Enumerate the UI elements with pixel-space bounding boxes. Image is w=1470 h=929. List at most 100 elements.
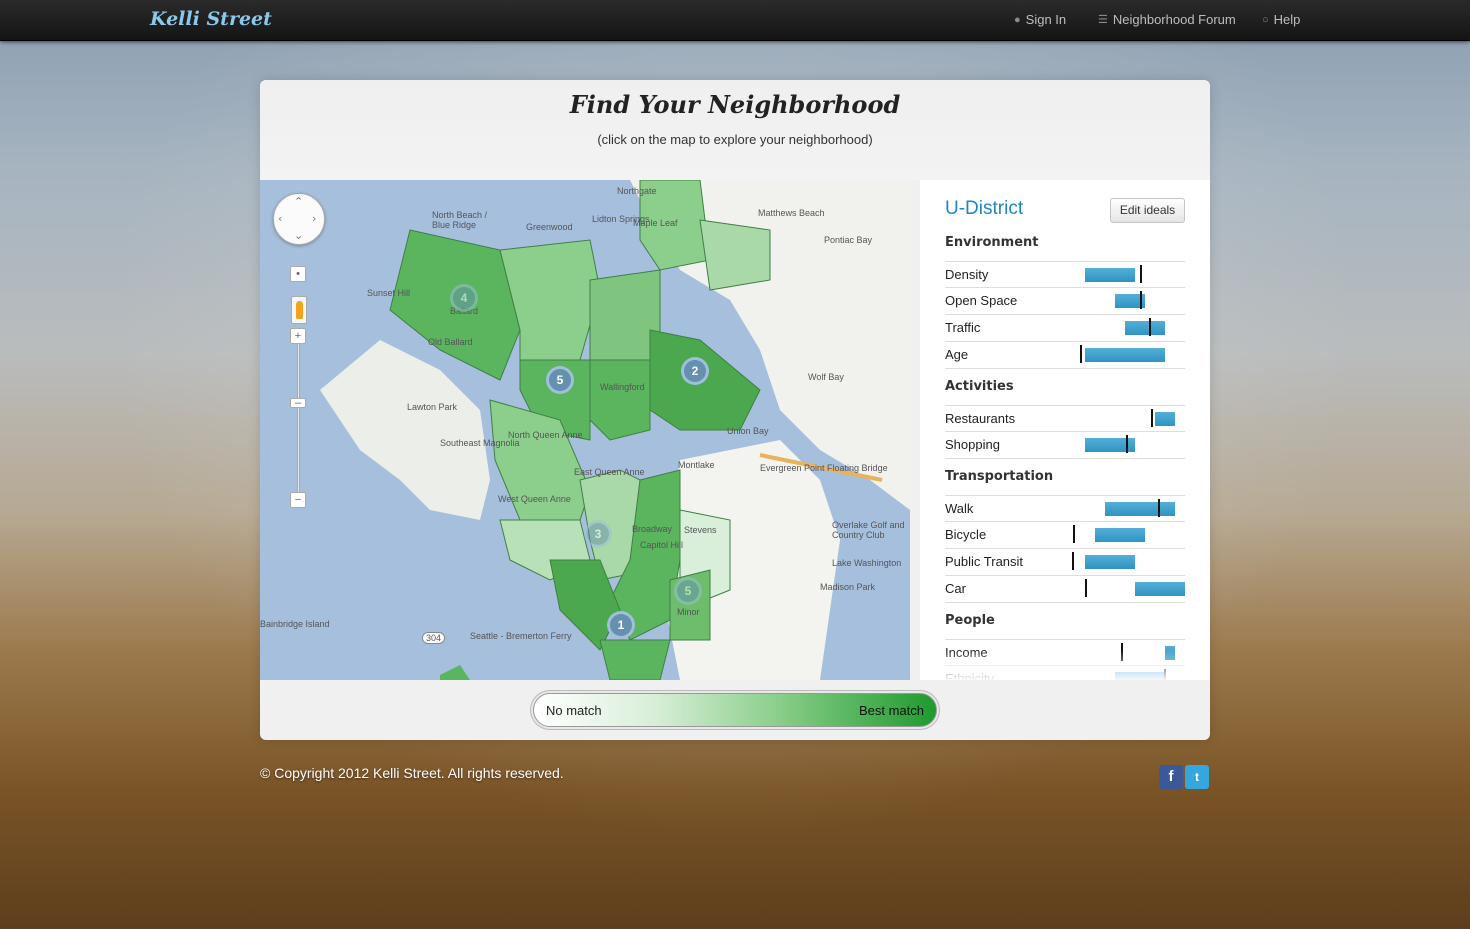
map-label-bainbridge: Bainbridge Island — [260, 619, 330, 629]
panel-fade — [920, 650, 1210, 680]
nav-forum-label: Neighborhood Forum — [1112, 12, 1236, 27]
card-header: Find Your Neighborhood (click on the map… — [260, 80, 1210, 180]
map-label-wolf-bay: Wolf Bay — [808, 372, 844, 382]
map-label-route-304: 304 — [422, 632, 446, 644]
map-label-union-bay: Union Bay — [727, 426, 769, 436]
attribute-ideal-marker — [1149, 318, 1151, 336]
map-label-evergreen-bridge: Evergreen Point Floating Bridge — [760, 463, 888, 473]
neighborhood-name: U-District — [945, 198, 1024, 219]
map-label-north-beach: North Beach / Blue Ridge — [432, 210, 488, 230]
attribute-row[interactable]: Density — [945, 261, 1185, 288]
map-label-east-queen-anne: East Queen Anne — [574, 467, 645, 477]
map-label-lidton-springs: Lidton Springs — [592, 214, 650, 224]
attribute-row[interactable]: Traffic — [945, 315, 1185, 342]
neighborhood-map[interactable]: Sunset Hill Old Ballard Ballard Lawton P… — [260, 180, 910, 680]
attribute-ideal-marker — [1158, 499, 1160, 517]
map-label-stevens: Stevens — [684, 525, 717, 535]
attribute-row[interactable]: Public Transit — [945, 549, 1185, 576]
attribute-ideal-marker — [1151, 409, 1153, 427]
map-label-pontiac-bay: Pontiac Bay — [824, 235, 873, 245]
list-icon: ☰ — [1098, 14, 1108, 26]
street-view-pegman-icon[interactable] — [291, 296, 307, 324]
group-title: People — [945, 613, 995, 628]
attribute-label: Open Space — [945, 293, 1018, 308]
twitter-icon[interactable]: t — [1185, 765, 1209, 789]
nav-sign-in[interactable]: ● Sign In — [1014, 12, 1066, 27]
region-downtown[interactable] — [599, 639, 671, 680]
zoom-slider-track[interactable] — [297, 340, 300, 500]
page-title: Find Your Neighborhood — [569, 90, 901, 119]
attribute-row[interactable]: Age — [945, 342, 1185, 369]
attribute-row[interactable]: Open Space — [945, 288, 1185, 315]
attribute-row[interactable]: Car — [945, 576, 1185, 603]
attribute-row[interactable]: Bicycle — [945, 522, 1185, 549]
attribute-label: Walk — [945, 501, 974, 516]
person-icon: ● — [1014, 13, 1021, 26]
attribute-label: Density — [945, 267, 989, 282]
attribute-ideal-marker — [1080, 345, 1082, 363]
brand-logo[interactable]: Kelli Street — [150, 8, 272, 30]
pan-down-icon[interactable]: ⌄ — [294, 229, 303, 242]
facebook-icon[interactable]: f — [1159, 765, 1183, 789]
attribute-row[interactable]: Walk — [945, 495, 1185, 522]
map-label-broadway: Broadway — [632, 524, 673, 534]
map-label-matthews-beach: Matthews Beach — [758, 208, 825, 218]
attribute-row[interactable]: Shopping — [945, 432, 1185, 459]
map-label-wallingford: Wallingford — [600, 382, 645, 392]
attribute-range-bar — [1135, 582, 1185, 596]
attribute-label: Restaurants — [945, 411, 1016, 426]
region-west-seattle-tip — [440, 665, 470, 680]
attribute-range-bar — [1095, 528, 1145, 542]
attribute-row[interactable]: Restaurants — [945, 405, 1185, 432]
attribute-range-bar — [1085, 268, 1135, 282]
land-magnolia — [320, 340, 490, 520]
attribute-label: Traffic — [945, 320, 981, 335]
attribute-range-bar — [1105, 502, 1175, 516]
pan-left-icon[interactable]: ‹ — [278, 212, 282, 225]
map-label-west-queen-anne: West Queen Anne — [498, 494, 571, 504]
cluster-marker[interactable]: 5 — [674, 577, 702, 605]
map-label-minor: Minor — [677, 607, 700, 617]
attribute-range-bar — [1155, 412, 1175, 426]
attribute-label: Shopping — [945, 437, 1000, 452]
pan-right-icon[interactable]: › — [312, 212, 316, 225]
attribute-label: Public Transit — [945, 554, 1024, 569]
nav-neighborhood-forum[interactable]: ☰ Neighborhood Forum — [1098, 12, 1236, 27]
cluster-marker[interactable]: 5 — [546, 366, 574, 394]
nav-help[interactable]: ○ Help — [1262, 12, 1300, 27]
cluster-marker[interactable]: 3 — [584, 520, 612, 548]
pan-up-icon[interactable]: ⌃ — [294, 195, 303, 208]
zoom-slider-handle[interactable]: – — [290, 398, 306, 409]
neighborhood-detail-panel: U-District Edit ideals Environment Densit… — [920, 180, 1210, 680]
nav-sign-in-label: Sign In — [1025, 12, 1067, 27]
match-legend: No match Best match — [530, 690, 940, 730]
edit-ideals-button[interactable]: Edit ideals — [1110, 198, 1185, 223]
attribute-ideal-marker — [1072, 552, 1074, 570]
cluster-marker[interactable]: 2 — [681, 357, 709, 385]
neighborhood-card: Find Your Neighborhood (click on the map… — [260, 80, 1210, 740]
attribute-ideal-marker — [1073, 525, 1075, 543]
region-ravenna[interactable] — [699, 219, 771, 291]
group-title: Environment — [945, 235, 1039, 250]
attribute-range-bar — [1125, 321, 1165, 335]
map-label-ferry: Seattle - Bremerton Ferry — [470, 631, 572, 641]
map-layer[interactable] — [260, 180, 910, 680]
zoom-in-button[interactable]: + — [290, 328, 306, 344]
map-label-golf-club: Overlake Golf and Country Club — [832, 520, 905, 540]
zoom-out-button[interactable]: − — [290, 492, 306, 508]
match-gradient: No match Best match — [533, 693, 937, 727]
cluster-marker[interactable]: 1 — [607, 611, 635, 639]
nav-help-label: Help — [1273, 12, 1301, 27]
group-title: Activities — [945, 379, 1014, 394]
map-pan-control[interactable]: ⌃ ⌄ ‹ › — [273, 193, 325, 245]
region-wallingford-south[interactable] — [589, 359, 651, 441]
map-label-capitol-hill: Capitol Hill — [640, 540, 684, 550]
cluster-marker[interactable]: 4 — [450, 284, 478, 312]
help-icon: ○ — [1262, 13, 1269, 26]
legend-high-label: Best match — [858, 703, 924, 718]
map-center-control[interactable]: • — [290, 266, 306, 282]
attribute-label: Bicycle — [945, 527, 987, 542]
attribute-label: Age — [945, 347, 969, 362]
attribute-range-bar — [1085, 348, 1165, 362]
page-subtitle: (click on the map to explore your neighb… — [597, 132, 873, 147]
